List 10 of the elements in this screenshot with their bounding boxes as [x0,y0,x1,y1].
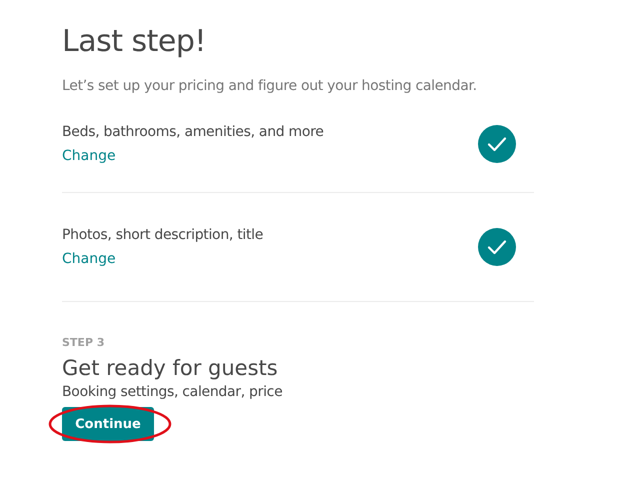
page-title: Last step! [62,23,207,61]
change-link[interactable]: Change [62,144,116,168]
step-number: STEP 3 [62,336,106,350]
page-subtitle: Let’s set up your pricing and figure out your hosting calendar. [62,77,478,96]
continue-button[interactable]: Continue [62,407,154,441]
step-label: Beds, bathrooms, amenities, and more [62,123,324,142]
change-link[interactable]: Change [62,247,116,271]
step-heading: Get ready for guests [62,355,279,382]
step-label: Photos, short description, title [62,226,264,245]
step-description: Booking settings, calendar, price [62,383,284,402]
